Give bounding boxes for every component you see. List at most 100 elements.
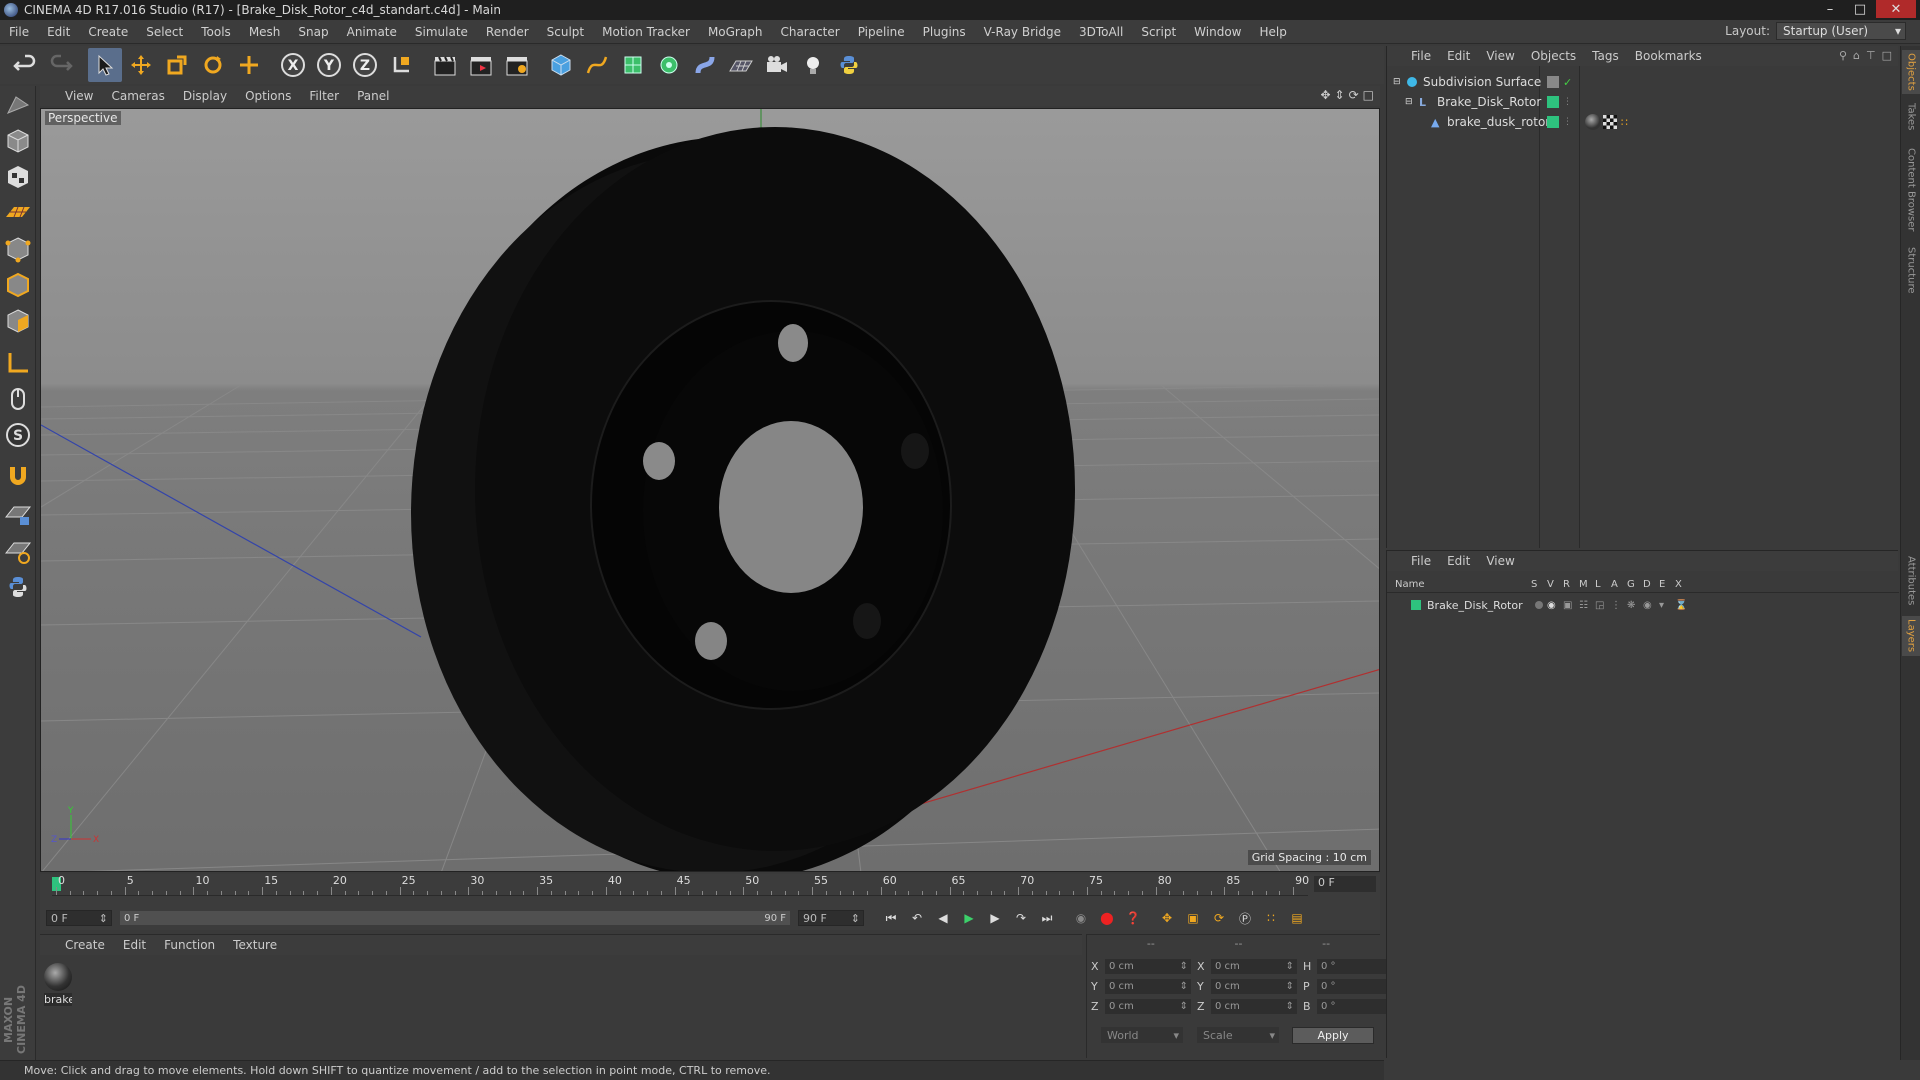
menu-3dtoall[interactable]: 3DToAll bbox=[1070, 25, 1132, 39]
lock-icon[interactable]: ◲ bbox=[1595, 600, 1604, 611]
keyframe-selection-button[interactable]: ❓ bbox=[1120, 906, 1146, 930]
viewport-menu-options[interactable]: Options bbox=[236, 89, 300, 103]
visibility-dots-icon[interactable]: ⋮ bbox=[1563, 97, 1572, 107]
menu-animate[interactable]: Animate bbox=[338, 25, 406, 39]
menu-window[interactable]: Window bbox=[1185, 25, 1250, 39]
render-settings-button[interactable] bbox=[500, 48, 534, 82]
viewport-menu-display[interactable]: Display bbox=[174, 89, 236, 103]
timeline-ruler[interactable]: 0 5 10 15 20 25 30 35 40 45 50 55 60 65 70 75 80 85 90 bbox=[52, 874, 1309, 896]
tab-attributes[interactable]: Attributes bbox=[1902, 552, 1920, 610]
python-console-button[interactable] bbox=[1, 570, 35, 604]
layer-row[interactable]: Brake_Disk_Rotor ◉ ▣ ☷ ◲ ⋮ ❋ ◉ ▾ ⌛ bbox=[1387, 595, 1899, 615]
column-deformers[interactable]: D bbox=[1643, 579, 1651, 590]
viewport-menu-filter[interactable]: Filter bbox=[300, 89, 348, 103]
viewport-menu-cameras[interactable]: Cameras bbox=[102, 89, 173, 103]
tweak-mode-button[interactable] bbox=[1, 382, 35, 416]
next-frame-button[interactable]: ▶ bbox=[982, 906, 1008, 930]
object-menu-bookmarks[interactable]: Bookmarks bbox=[1627, 49, 1710, 63]
tab-content-browser[interactable]: Content Browser bbox=[1902, 142, 1920, 238]
add-deformer-button[interactable] bbox=[688, 48, 722, 82]
render-view-button[interactable] bbox=[428, 48, 462, 82]
column-manager[interactable]: M bbox=[1579, 579, 1588, 590]
rotate-tool-button[interactable] bbox=[196, 48, 230, 82]
material-menu-create[interactable]: Create bbox=[56, 938, 114, 952]
coordinate-system-button[interactable] bbox=[384, 48, 418, 82]
play-button[interactable]: ▶ bbox=[956, 906, 982, 930]
tab-layers[interactable]: Layers bbox=[1902, 616, 1920, 656]
x-axis-lock-button[interactable]: X bbox=[276, 48, 310, 82]
size-x-field[interactable]: 0 cm ⇕ bbox=[1211, 959, 1297, 974]
column-expressions[interactable]: E bbox=[1659, 579, 1665, 590]
scale-tool-button[interactable] bbox=[160, 48, 194, 82]
add-scene-button[interactable] bbox=[724, 48, 758, 82]
make-editable-button[interactable] bbox=[1, 88, 35, 122]
viewport-menu-view[interactable]: View bbox=[56, 89, 102, 103]
apply-button[interactable]: Apply bbox=[1292, 1027, 1374, 1044]
record-keys-button[interactable]: ◉ bbox=[1068, 906, 1094, 930]
magnet-snap-button[interactable] bbox=[1, 458, 35, 492]
object-row-brake-dusk-rotor[interactable]: ▲ brake_dusk_rotor ⋮ ∷ bbox=[1387, 112, 1899, 132]
new-panel-icon[interactable]: □ bbox=[1882, 49, 1892, 62]
lock-icon[interactable]: ⊤ bbox=[1866, 49, 1876, 62]
menu-sculpt[interactable]: Sculpt bbox=[538, 25, 593, 39]
add-array-button[interactable] bbox=[652, 48, 686, 82]
auto-key-button[interactable]: ⬤ bbox=[1094, 906, 1120, 930]
collapse-icon[interactable]: ⊟ bbox=[1405, 97, 1417, 107]
menu-select[interactable]: Select bbox=[137, 25, 192, 39]
size-z-field[interactable]: 0 cm ⇕ bbox=[1211, 999, 1297, 1014]
home-icon[interactable]: ⌂ bbox=[1853, 49, 1860, 62]
object-menu-view[interactable]: View bbox=[1478, 49, 1522, 63]
animation-icon[interactable]: ⋮ bbox=[1611, 600, 1621, 611]
add-cube-button[interactable] bbox=[544, 48, 578, 82]
previous-key-button[interactable]: ↶ bbox=[904, 906, 930, 930]
object-menu-file[interactable]: File bbox=[1403, 49, 1439, 63]
material-tag-icon[interactable] bbox=[1585, 114, 1601, 130]
add-spline-button[interactable] bbox=[580, 48, 614, 82]
viewport-menu-panel[interactable]: Panel bbox=[348, 89, 398, 103]
polygons-mode-button[interactable] bbox=[1, 304, 35, 338]
coordinate-mode-select[interactable]: Scale ▾ bbox=[1197, 1027, 1279, 1043]
collapse-icon[interactable]: ⊟ bbox=[1393, 77, 1405, 87]
brake-disk-rotor-model[interactable] bbox=[411, 127, 1075, 872]
deformer-icon[interactable]: ◉ bbox=[1643, 600, 1652, 611]
close-icon[interactable]: ✕ bbox=[1876, 0, 1916, 18]
move-tool-button[interactable] bbox=[124, 48, 158, 82]
layer-color-swatch[interactable] bbox=[1411, 600, 1421, 610]
add-camera-button[interactable] bbox=[760, 48, 794, 82]
tab-structure[interactable]: Structure bbox=[1902, 244, 1920, 296]
viewport-move-icon[interactable]: ✥ bbox=[1320, 88, 1330, 102]
workplane-rotate-button[interactable] bbox=[1, 534, 35, 568]
object-menu-tags[interactable]: Tags bbox=[1584, 49, 1627, 63]
workplane-mode-button[interactable] bbox=[1, 196, 35, 230]
minimize-icon[interactable]: – bbox=[1816, 0, 1844, 18]
layer-menu-edit[interactable]: Edit bbox=[1439, 554, 1478, 568]
coordinate-space-select[interactable]: World ▾ bbox=[1101, 1027, 1183, 1043]
object-menu-objects[interactable]: Objects bbox=[1523, 49, 1584, 63]
layer-menu-view[interactable]: View bbox=[1478, 554, 1522, 568]
3d-viewport[interactable]: Y X Z Perspective Grid Spacing : 10 cm bbox=[40, 108, 1380, 872]
material-name-label[interactable]: brake bbox=[44, 993, 72, 1006]
timeline-window-button[interactable]: ▤ bbox=[1284, 906, 1310, 930]
eye-icon[interactable]: ◉ bbox=[1547, 600, 1556, 611]
render-icon[interactable]: ▣ bbox=[1563, 600, 1572, 611]
size-y-field[interactable]: 0 cm ⇕ bbox=[1211, 979, 1297, 994]
live-selection-button[interactable] bbox=[232, 48, 266, 82]
edges-mode-button[interactable] bbox=[1, 268, 35, 302]
layer-color-swatch[interactable] bbox=[1547, 116, 1559, 128]
material-preview-swatch[interactable] bbox=[44, 963, 72, 991]
position-z-field[interactable]: 0 cm ⇕ bbox=[1105, 999, 1191, 1014]
material-menu-edit[interactable]: Edit bbox=[114, 938, 155, 952]
material-menu-texture[interactable]: Texture bbox=[224, 938, 286, 952]
solo-dot-icon[interactable] bbox=[1535, 601, 1543, 609]
next-key-button[interactable]: ↷ bbox=[1008, 906, 1034, 930]
start-frame-field[interactable]: 0 F ⇕ bbox=[46, 910, 112, 926]
layer-swatch-empty[interactable] bbox=[1547, 76, 1559, 88]
previous-frame-button[interactable]: ◀ bbox=[930, 906, 956, 930]
column-xref[interactable]: X bbox=[1675, 579, 1682, 590]
snap-button[interactable]: S bbox=[1, 418, 35, 452]
z-axis-lock-button[interactable]: Z bbox=[348, 48, 382, 82]
go-to-end-button[interactable]: ⏭ bbox=[1034, 906, 1060, 930]
search-icon[interactable]: ⚲ bbox=[1839, 49, 1847, 62]
layout-dropdown[interactable]: Startup (User) ▾ bbox=[1776, 22, 1906, 40]
menu-help[interactable]: Help bbox=[1250, 25, 1295, 39]
